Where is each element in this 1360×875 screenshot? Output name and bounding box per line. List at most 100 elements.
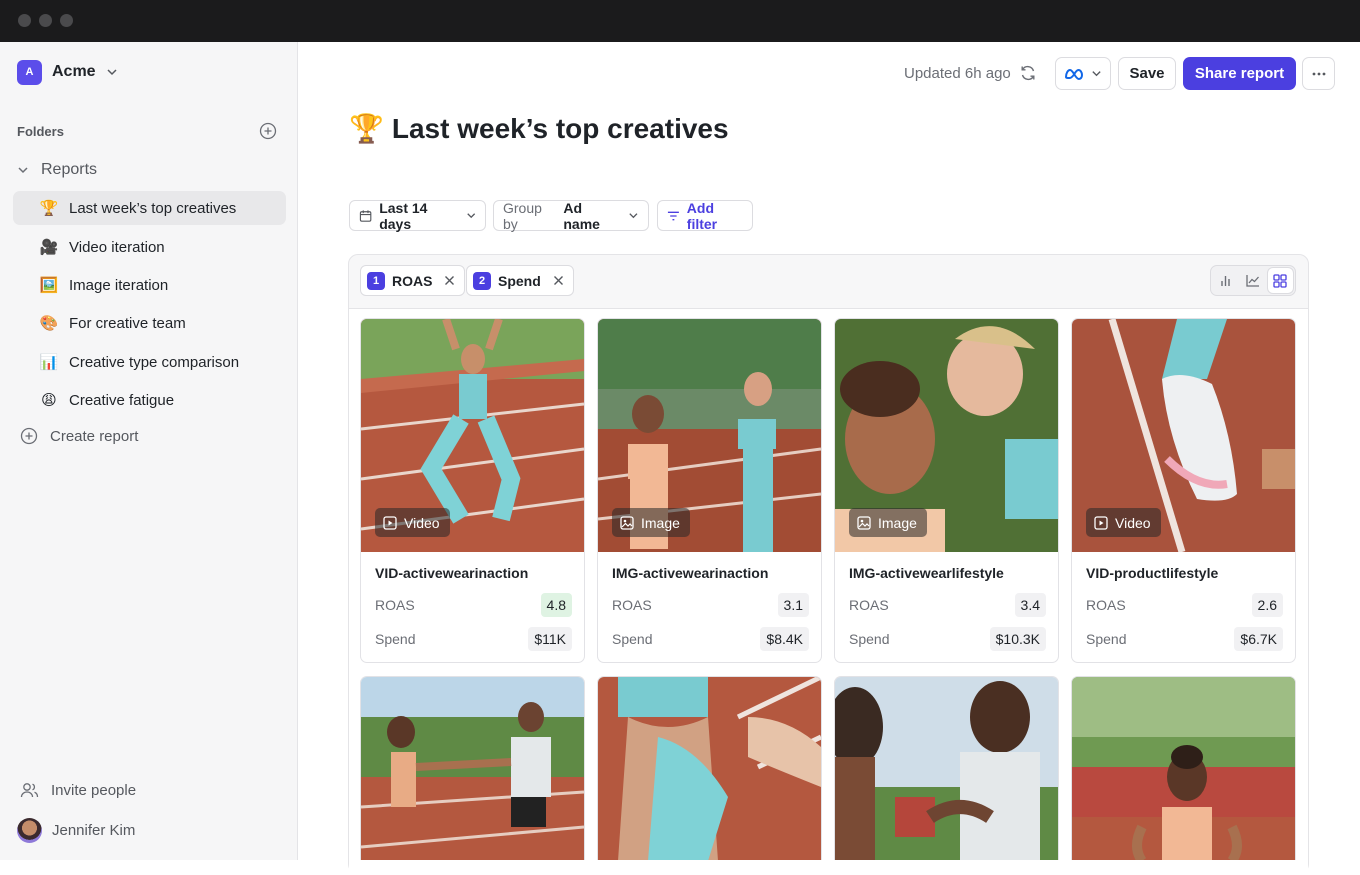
- roas-value: 4.8: [540, 593, 572, 617]
- spend-value: $10.3K: [989, 627, 1046, 651]
- spend-value: $6.7K: [1234, 627, 1283, 651]
- add-filter-button[interactable]: Add filter: [657, 199, 753, 232]
- updated-status: Updated 6h ago: [904, 62, 1037, 84]
- sidebar-item-label: Last week’s top creatives: [69, 199, 237, 217]
- sidebar-item-video-iteration[interactable]: 🎥 Video iteration: [13, 230, 286, 264]
- line-chart-view-button[interactable]: [1240, 268, 1265, 293]
- creative-thumbnail[interactable]: [598, 677, 821, 860]
- chevron-down-icon: [1092, 71, 1101, 77]
- bar-chart-icon: 📊: [39, 354, 59, 371]
- sidebar-item-label: For creative team: [69, 314, 186, 332]
- metric-chip-spend[interactable]: 2 Spend: [466, 265, 574, 296]
- sidebar-item-top-creatives[interactable]: 🏆 Last week’s top creatives: [13, 191, 286, 225]
- roas-label: ROAS: [1086, 597, 1126, 613]
- folders-heading: Folders: [17, 124, 64, 139]
- create-report-button[interactable]: Create report: [20, 427, 138, 445]
- creative-image: [1072, 677, 1295, 860]
- creative-thumbnail[interactable]: Video: [1072, 319, 1295, 552]
- creative-type-label: Image: [878, 514, 917, 531]
- group-by-value: Ad name: [563, 199, 600, 232]
- window-zoom-dot[interactable]: [60, 14, 73, 27]
- spend-row: Spend $8.4K: [612, 626, 809, 652]
- save-button[interactable]: Save: [1118, 57, 1176, 90]
- close-icon[interactable]: [444, 275, 455, 286]
- sidebar-item-creative-fatigue[interactable]: 😩 Creative fatigue: [13, 383, 286, 417]
- creative-card[interactable]: [834, 676, 1059, 860]
- creative-thumbnail[interactable]: [361, 677, 584, 860]
- grid-view-button[interactable]: [1267, 268, 1293, 293]
- creative-thumbnail[interactable]: Image: [835, 319, 1058, 552]
- reports-folder-label: Reports: [41, 161, 98, 178]
- chevron-down-icon: [629, 213, 638, 219]
- page-title-text: Last week’s top creatives: [391, 112, 729, 144]
- chevron-down-icon: [466, 213, 475, 219]
- palette-icon: 🎨: [39, 315, 59, 332]
- user-name: Jennifer Kim: [52, 822, 136, 839]
- roas-value: 3.1: [777, 593, 809, 617]
- reports-folder[interactable]: Reports: [17, 158, 97, 182]
- user-profile[interactable]: Jennifer Kim: [17, 818, 135, 843]
- spend-row: Spend $6.7K: [1086, 626, 1283, 652]
- invite-people-button[interactable]: Invite people: [20, 781, 136, 799]
- roas-row: ROAS 3.4: [849, 592, 1046, 618]
- chevron-down-icon: [107, 69, 117, 76]
- window-minimize-dot[interactable]: [39, 14, 52, 27]
- sidebar-item-label: Creative type comparison: [69, 353, 240, 371]
- spend-value: $11K: [528, 627, 572, 651]
- creative-card[interactable]: [360, 676, 585, 860]
- metric-chip-roas[interactable]: 1 ROAS: [360, 265, 466, 296]
- video-icon: [1094, 515, 1108, 530]
- sidebar-item-label: Image iteration: [69, 276, 169, 294]
- create-report-label: Create report: [50, 427, 139, 445]
- creative-card[interactable]: Image IMG-activewearinaction ROAS 3.1 Sp…: [597, 318, 822, 663]
- more-horizontal-icon: [1312, 72, 1325, 75]
- trophy-icon: 🏆: [39, 200, 59, 217]
- workspace-avatar: A: [17, 59, 42, 85]
- refresh-icon[interactable]: [1019, 64, 1037, 82]
- creative-card[interactable]: [597, 676, 822, 860]
- creative-type-badge: Video: [375, 508, 450, 537]
- sidebar-item-image-iteration[interactable]: 🖼️ Image iteration: [13, 268, 286, 302]
- creative-image: [361, 677, 584, 860]
- creative-name: IMG-activewearlifestyle: [849, 565, 1004, 581]
- share-report-button[interactable]: Share report: [1183, 57, 1296, 90]
- updated-text: Updated 6h ago: [904, 64, 1011, 82]
- video-camera-icon: 🎥: [39, 239, 59, 256]
- image-icon: [857, 515, 871, 530]
- sidebar-item-type-comparison[interactable]: 📊 Creative type comparison: [13, 345, 286, 379]
- group-by-filter[interactable]: Group by Ad name: [493, 199, 649, 232]
- metric-order-badge: 2: [473, 271, 491, 290]
- creative-image: [835, 677, 1058, 860]
- spend-row: Spend $11K: [375, 626, 572, 652]
- creative-thumbnail[interactable]: [835, 677, 1058, 860]
- weary-face-icon: 😩: [41, 392, 57, 409]
- group-by-prefix: Group by: [503, 199, 542, 232]
- creative-card[interactable]: Image IMG-activewearlifestyle ROAS 3.4 S…: [834, 318, 1059, 663]
- workspace-switcher[interactable]: A Acme: [17, 59, 118, 85]
- creative-card[interactable]: Video VID-productlifestyle ROAS 2.6 Spen…: [1071, 318, 1296, 663]
- more-options-button[interactable]: [1302, 57, 1335, 90]
- creative-type-label: Video: [1115, 514, 1151, 531]
- platform-selector[interactable]: [1055, 57, 1111, 90]
- creative-thumbnail[interactable]: Image: [598, 319, 821, 552]
- avatar: [17, 818, 42, 843]
- bar-chart-view-button[interactable]: [1213, 268, 1238, 293]
- grid-icon: [1273, 273, 1287, 288]
- window-close-dot[interactable]: [18, 14, 31, 27]
- creative-card[interactable]: [1071, 676, 1296, 860]
- close-icon[interactable]: [553, 275, 564, 286]
- date-range-filter[interactable]: Last 14 days: [349, 200, 486, 232]
- metric-order-badge: 1: [367, 271, 385, 290]
- add-filter-label: Add filter: [686, 199, 718, 232]
- roas-label: ROAS: [375, 597, 415, 613]
- invite-people-label: Invite people: [51, 781, 137, 799]
- view-toggle: [1210, 265, 1296, 296]
- creative-thumbnail[interactable]: [1072, 677, 1295, 860]
- creative-card[interactable]: Video VID-activewearinaction ROAS 4.8 Sp…: [360, 318, 585, 663]
- sidebar-item-label: Creative fatigue: [69, 391, 175, 409]
- sidebar-item-creative-team[interactable]: 🎨 For creative team: [13, 306, 286, 340]
- spend-label: Spend: [375, 631, 416, 647]
- creative-thumbnail[interactable]: Video: [361, 319, 584, 552]
- add-folder-icon[interactable]: [259, 122, 277, 140]
- image-icon: [620, 515, 634, 530]
